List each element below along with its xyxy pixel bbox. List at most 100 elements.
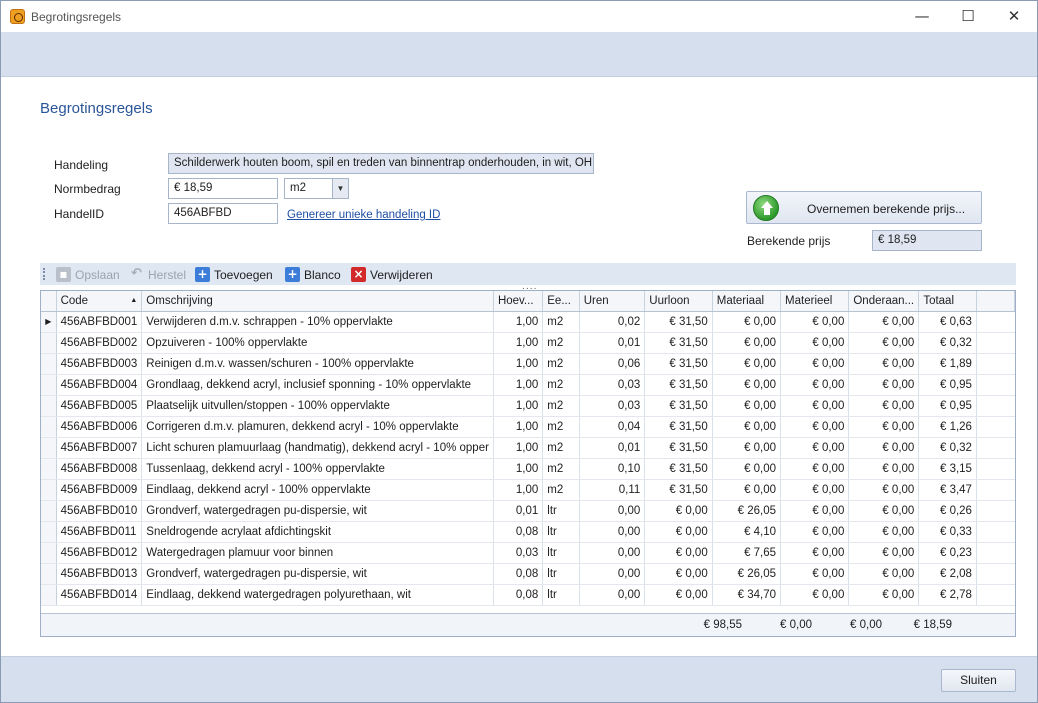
table-cell[interactable]: € 0,00: [848, 437, 920, 459]
row-indicator[interactable]: [41, 458, 57, 480]
table-cell[interactable]: 0,10: [579, 458, 646, 480]
table-cell[interactable]: € 0,00: [848, 416, 920, 438]
table-cell[interactable]: € 0,00: [712, 395, 782, 417]
row-indicator[interactable]: [41, 416, 57, 438]
table-cell[interactable]: 0,01: [579, 332, 646, 354]
table-cell[interactable]: € 0,00: [712, 353, 782, 375]
table-cell[interactable]: 0,03: [579, 374, 646, 396]
table-cell[interactable]: € 0,00: [848, 521, 920, 543]
row-indicator[interactable]: [41, 500, 57, 522]
table-cell[interactable]: € 31,50: [644, 458, 713, 480]
table-cell[interactable]: 1,00: [493, 416, 544, 438]
minimize-button[interactable]: —: [899, 1, 945, 32]
table-cell[interactable]: € 0,00: [848, 584, 920, 606]
table-cell[interactable]: € 31,50: [644, 416, 713, 438]
table-cell[interactable]: m2: [542, 416, 580, 438]
generate-id-link[interactable]: Genereer unieke handeling ID: [287, 209, 440, 221]
table-cell[interactable]: m2: [542, 353, 580, 375]
table-row[interactable]: ▶ 456ABFBD001 Verwijderen d.m.v. schrappen…: [41, 311, 1015, 333]
table-cell[interactable]: 0,00: [579, 584, 646, 606]
row-indicator[interactable]: [41, 395, 57, 417]
row-indicator[interactable]: [41, 437, 57, 459]
table-cell[interactable]: 456ABFBD003: [56, 353, 143, 375]
blank-button[interactable]: + Blanco: [285, 267, 341, 282]
delete-button[interactable]: × Verwijderen: [351, 267, 433, 282]
table-cell[interactable]: 456ABFBD013: [56, 563, 143, 585]
table-cell[interactable]: € 3,15: [918, 458, 977, 480]
table-row[interactable]: 456ABFBD011 Sneldrogende acrylaat afdicht…: [41, 521, 1015, 543]
table-cell[interactable]: € 0,63: [918, 311, 977, 333]
table-cell[interactable]: € 0,00: [848, 458, 920, 480]
table-cell[interactable]: ltr: [542, 584, 580, 606]
table-cell[interactable]: 456ABFBD004: [56, 374, 143, 396]
table-cell[interactable]: 456ABFBD002: [56, 332, 143, 354]
table-cell[interactable]: Watergedragen plamuur voor binnen: [141, 542, 494, 564]
table-cell[interactable]: m2: [542, 374, 580, 396]
table-cell[interactable]: m2: [542, 311, 580, 333]
table-cell[interactable]: Opzuiveren - 100% oppervlakte: [141, 332, 494, 354]
table-row[interactable]: 456ABFBD005 Plaatselijk uitvullen/stoppen…: [41, 395, 1015, 417]
table-cell[interactable]: € 0,00: [848, 374, 920, 396]
row-indicator[interactable]: [41, 332, 57, 354]
table-cell[interactable]: € 0,00: [848, 500, 920, 522]
table-cell[interactable]: 0,06: [579, 353, 646, 375]
table-cell[interactable]: m2: [542, 395, 580, 417]
table-cell[interactable]: € 0,00: [712, 479, 782, 501]
table-cell[interactable]: € 3,47: [918, 479, 977, 501]
table-cell[interactable]: € 31,50: [644, 332, 713, 354]
table-cell[interactable]: 1,00: [493, 374, 544, 396]
column-header-materiaal[interactable]: Materiaal: [712, 291, 782, 312]
table-cell[interactable]: ltr: [542, 563, 580, 585]
row-indicator[interactable]: [41, 563, 57, 585]
chevron-down-icon[interactable]: ▼: [332, 179, 348, 198]
table-cell[interactable]: m2: [542, 332, 580, 354]
table-cell[interactable]: 0,08: [493, 563, 544, 585]
table-cell[interactable]: 0,00: [579, 521, 646, 543]
table-cell[interactable]: € 0,00: [780, 458, 850, 480]
table-cell[interactable]: 0,03: [579, 395, 646, 417]
add-button[interactable]: + Toevoegen: [195, 267, 273, 282]
table-cell[interactable]: € 0,00: [644, 584, 713, 606]
table-cell[interactable]: € 0,00: [712, 458, 782, 480]
table-cell[interactable]: € 31,50: [644, 374, 713, 396]
table-cell[interactable]: € 0,00: [780, 584, 850, 606]
table-cell[interactable]: Eindlaag, dekkend acryl - 100% oppervlak…: [141, 479, 494, 501]
table-cell[interactable]: € 0,00: [848, 542, 920, 564]
table-cell[interactable]: € 0,00: [780, 542, 850, 564]
table-cell[interactable]: € 0,00: [780, 416, 850, 438]
table-cell[interactable]: Eindlaag, dekkend watergedragen polyuret…: [141, 584, 494, 606]
column-header-code[interactable]: Code ▲: [56, 291, 143, 312]
table-cell[interactable]: € 31,50: [644, 311, 713, 333]
table-cell[interactable]: Tussenlaag, dekkend acryl - 100% oppervl…: [141, 458, 494, 480]
table-cell[interactable]: 0,03: [493, 542, 544, 564]
table-cell[interactable]: € 0,00: [712, 374, 782, 396]
column-header-hoeveelheid[interactable]: Hoev...: [493, 291, 544, 312]
row-indicator[interactable]: [41, 353, 57, 375]
table-cell[interactable]: 456ABFBD010: [56, 500, 143, 522]
table-cell[interactable]: 456ABFBD006: [56, 416, 143, 438]
table-cell[interactable]: € 7,65: [712, 542, 782, 564]
column-header-uurloon[interactable]: Uurloon: [644, 291, 713, 312]
table-row[interactable]: 456ABFBD003 Reinigen d.m.v. wassen/schure…: [41, 353, 1015, 375]
table-cell[interactable]: € 0,33: [918, 521, 977, 543]
row-indicator[interactable]: [41, 521, 57, 543]
column-header-omschrijving[interactable]: Omschrijving: [141, 291, 494, 312]
table-cell[interactable]: € 0,95: [918, 374, 977, 396]
table-cell[interactable]: 1,00: [493, 311, 544, 333]
maximize-button[interactable]: ☐: [945, 1, 991, 32]
table-row[interactable]: 456ABFBD002 Opzuiveren - 100% oppervlakte…: [41, 332, 1015, 354]
table-cell[interactable]: € 31,50: [644, 437, 713, 459]
table-cell[interactable]: € 0,00: [780, 332, 850, 354]
table-cell[interactable]: € 0,00: [848, 311, 920, 333]
table-row[interactable]: 456ABFBD010 Grondverf, watergedragen pu-d…: [41, 500, 1015, 522]
table-cell[interactable]: € 0,00: [848, 353, 920, 375]
table-cell[interactable]: € 0,32: [918, 332, 977, 354]
budget-lines-grid[interactable]: Code ▲ Omschrijving Hoev... Ee... Uren Uu…: [40, 290, 1016, 637]
table-cell[interactable]: € 0,00: [848, 563, 920, 585]
table-cell[interactable]: 0,11: [579, 479, 646, 501]
table-cell[interactable]: Verwijderen d.m.v. schrappen - 10% opper…: [141, 311, 494, 333]
table-cell[interactable]: 0,00: [579, 542, 646, 564]
table-cell[interactable]: 456ABFBD009: [56, 479, 143, 501]
handeling-field[interactable]: Schilderwerk houten boom, spil en treden…: [168, 153, 594, 174]
table-cell[interactable]: 1,00: [493, 332, 544, 354]
